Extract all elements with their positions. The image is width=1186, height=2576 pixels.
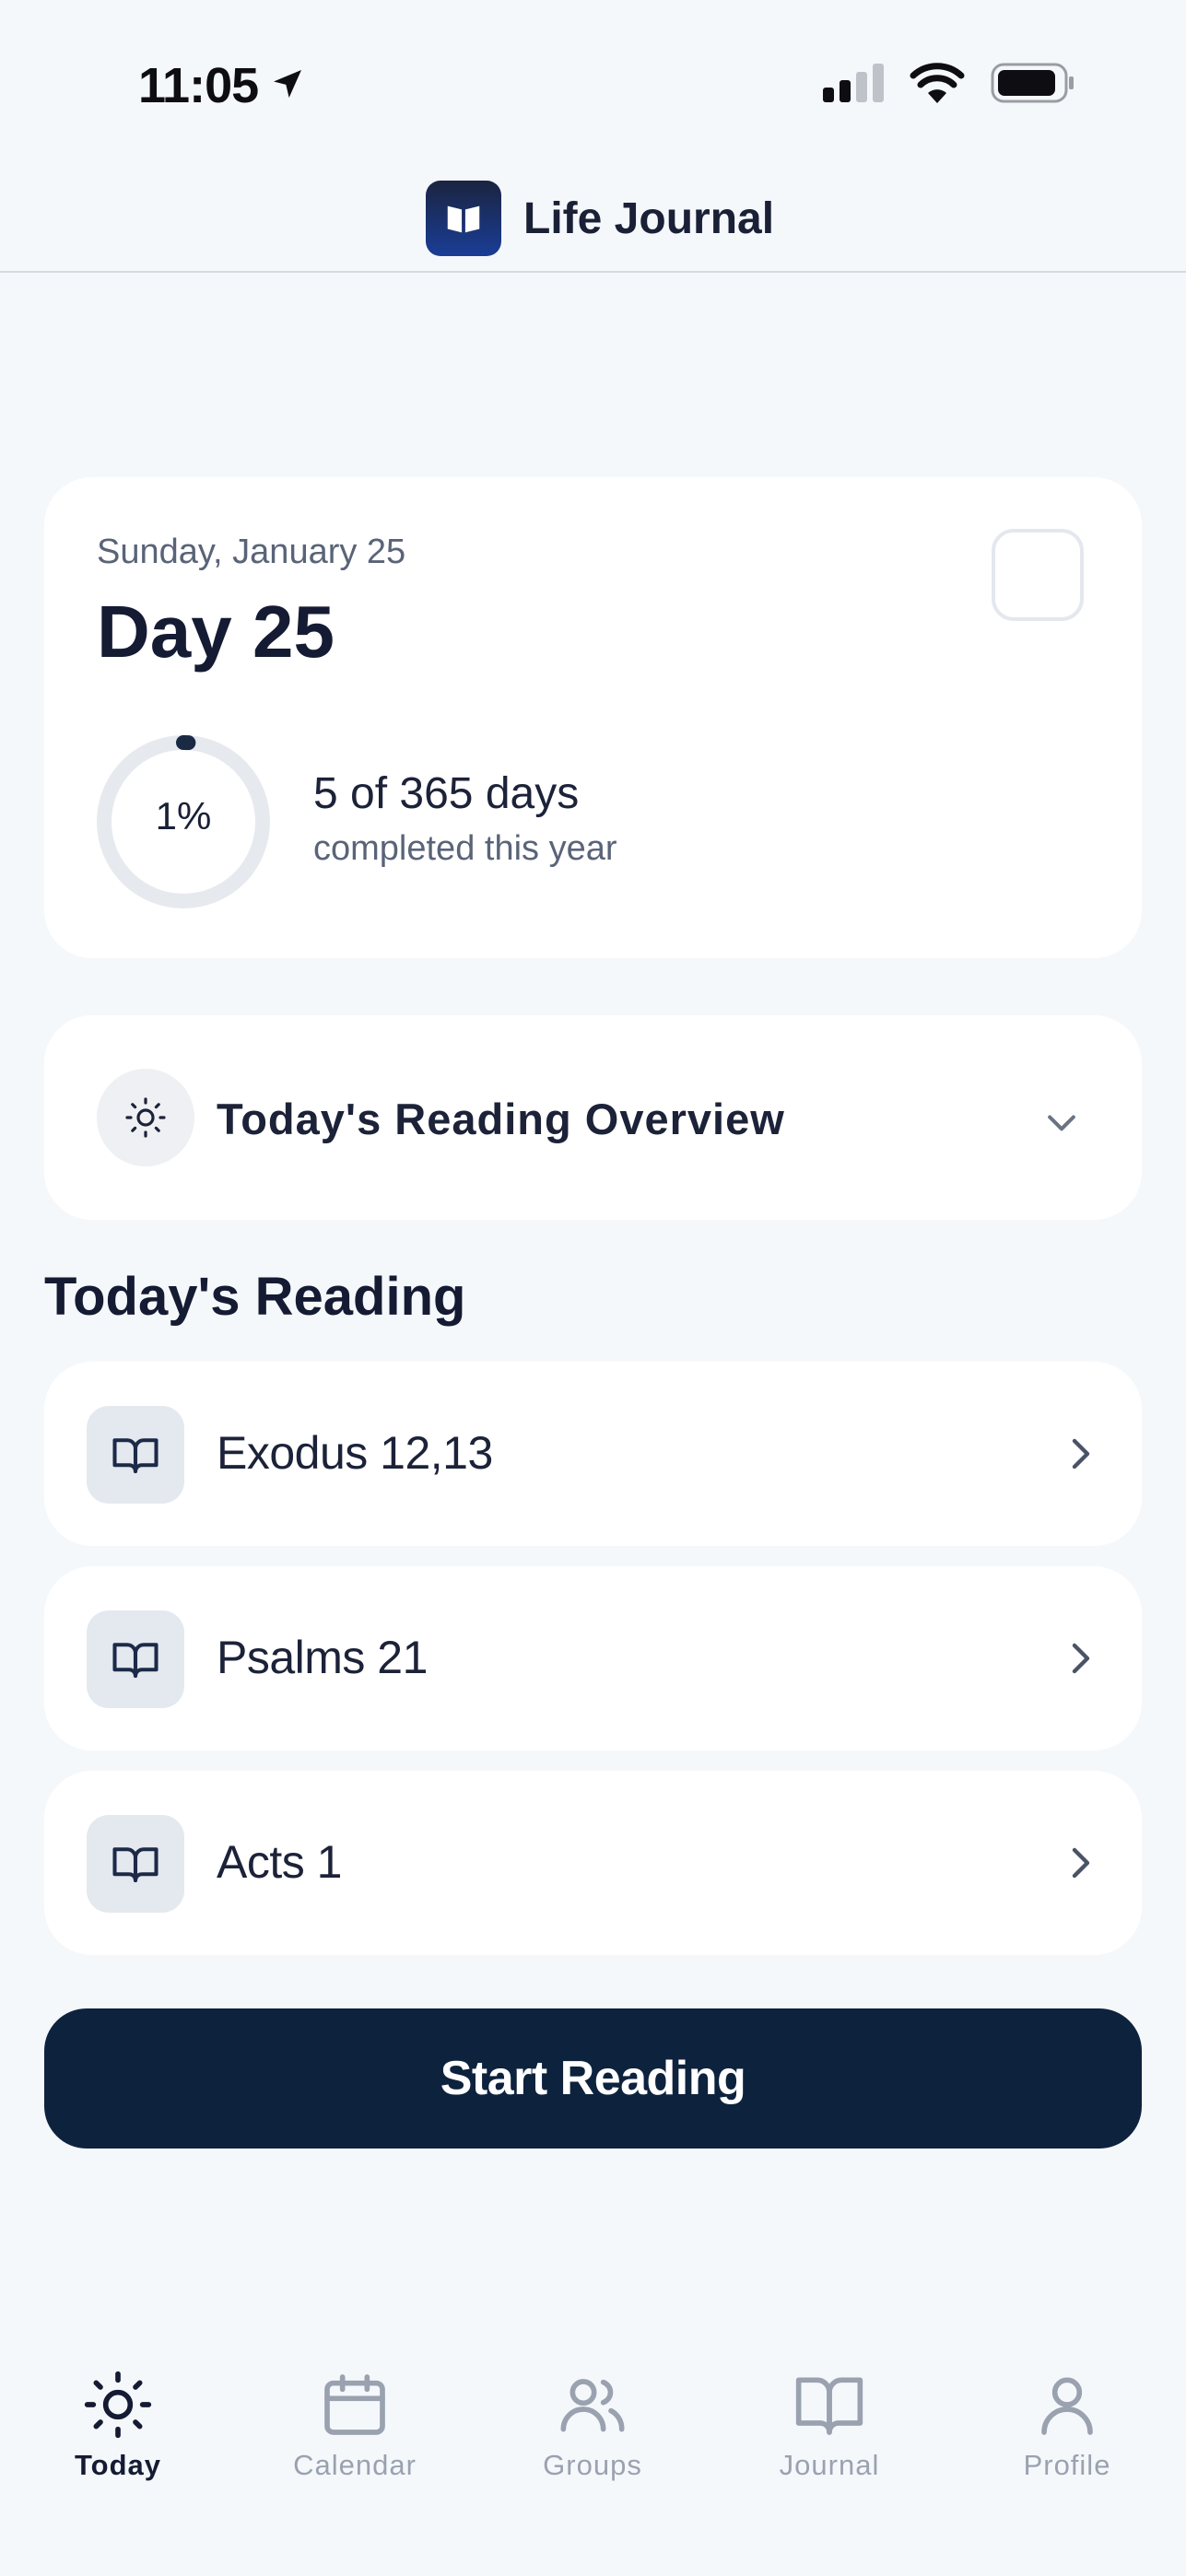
calendar-icon bbox=[324, 2374, 385, 2435]
chevron-right-icon bbox=[1058, 1841, 1102, 1890]
days-completed: 5 of 365 days bbox=[313, 769, 580, 818]
users-icon bbox=[560, 2379, 625, 2432]
sun-icon bbox=[125, 1097, 166, 1138]
start-reading-button[interactable]: Start Reading bbox=[44, 2008, 1142, 2149]
tab-label: Calendar bbox=[293, 2449, 417, 2481]
days-completed-caption: completed this year bbox=[313, 829, 617, 868]
wifi-icon bbox=[910, 63, 965, 108]
overview-sun-badge bbox=[97, 1069, 194, 1166]
todays-reading-heading: Today's Reading bbox=[44, 1267, 466, 1327]
book-badge bbox=[87, 1406, 184, 1504]
tab-label: Profile bbox=[1023, 2449, 1111, 2481]
status-time-text: 11:05 bbox=[138, 58, 259, 113]
status-icons bbox=[823, 63, 1075, 108]
chevron-down-icon[interactable] bbox=[1041, 1102, 1082, 1147]
reading-item-exodus[interactable]: Exodus 12,13 bbox=[44, 1362, 1142, 1546]
day-title: Day 25 bbox=[97, 591, 335, 673]
reading-overview-label: Today's Reading Overview bbox=[217, 1095, 785, 1143]
sun-icon bbox=[84, 2371, 152, 2439]
chevron-right-icon bbox=[1058, 1636, 1102, 1685]
battery-icon bbox=[991, 63, 1075, 108]
app-title: Life Journal bbox=[523, 194, 775, 243]
user-icon bbox=[1041, 2377, 1093, 2435]
tab-groups[interactable]: Groups bbox=[500, 2368, 685, 2482]
book-open-icon bbox=[112, 1438, 159, 1474]
reading-item-label: Acts 1 bbox=[217, 1836, 342, 1888]
tab-label: Today bbox=[75, 2449, 161, 2481]
book-badge bbox=[87, 1610, 184, 1708]
app-logo-book-icon bbox=[447, 205, 480, 233]
reading-item-label: Exodus 12,13 bbox=[217, 1427, 493, 1479]
reading-item-acts[interactable]: Acts 1 bbox=[44, 1771, 1142, 1955]
cellular-signal-icon bbox=[823, 64, 884, 107]
book-open-icon bbox=[112, 1643, 159, 1679]
progress-percent: 1% bbox=[155, 794, 212, 837]
location-arrow-icon bbox=[269, 57, 306, 114]
tab-journal[interactable]: Journal bbox=[737, 2368, 922, 2482]
day-complete-checkbox[interactable] bbox=[992, 529, 1084, 621]
tab-label: Journal bbox=[779, 2449, 880, 2481]
reading-item-psalms[interactable]: Psalms 21 bbox=[44, 1566, 1142, 1751]
app-logo bbox=[426, 181, 501, 256]
chevron-right-icon bbox=[1058, 1432, 1102, 1481]
current-date: Sunday, January 25 bbox=[97, 533, 406, 571]
tab-calendar[interactable]: Calendar bbox=[263, 2368, 447, 2482]
reading-item-label: Psalms 21 bbox=[217, 1632, 428, 1683]
book-open-icon bbox=[112, 1847, 159, 1883]
status-time: 11:05 bbox=[138, 57, 306, 114]
tab-label: Groups bbox=[543, 2449, 642, 2481]
book-open-icon bbox=[795, 2377, 863, 2435]
tab-profile[interactable]: Profile bbox=[975, 2368, 1159, 2482]
tab-today[interactable]: Today bbox=[26, 2368, 210, 2482]
book-badge bbox=[87, 1815, 184, 1913]
